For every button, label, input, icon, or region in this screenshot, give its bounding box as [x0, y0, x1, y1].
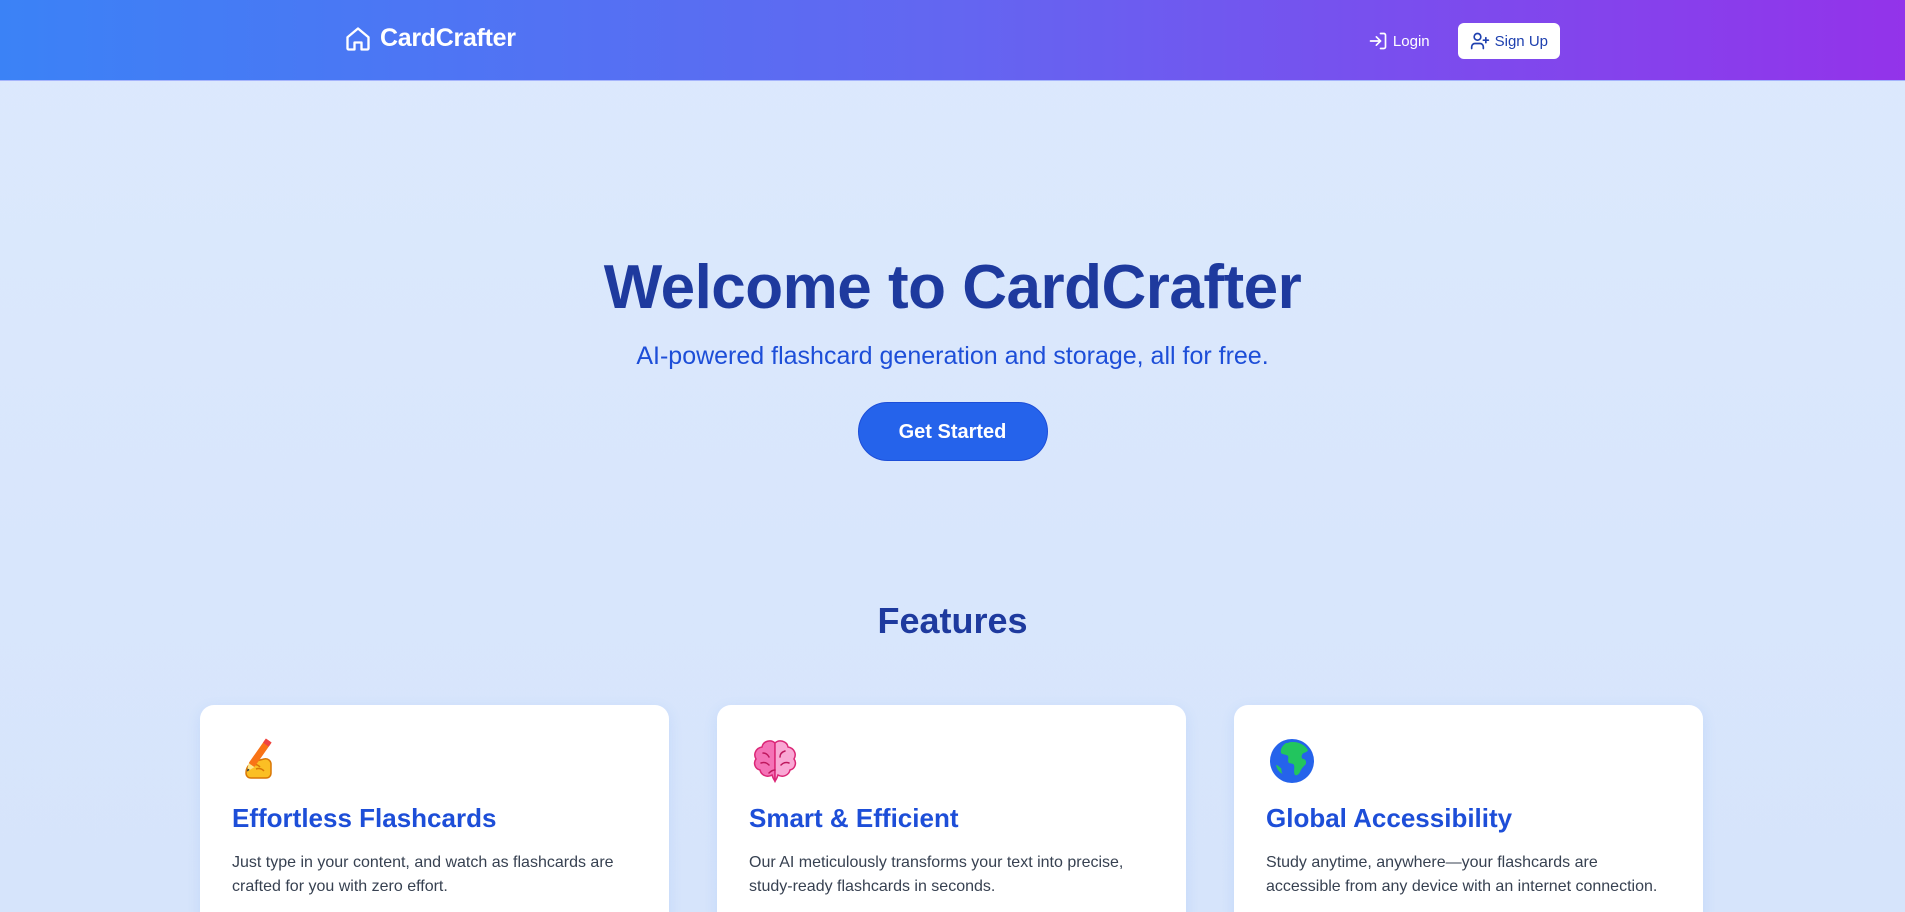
writing-hand-icon — [232, 735, 284, 787]
feature-card-text: Just type in your content, and watch as … — [232, 854, 614, 895]
feature-card-text: Study anytime, anywhere—your flashcards … — [1266, 854, 1658, 895]
user-plus-icon — [1470, 31, 1490, 51]
feature-card-title: Global Accessibility — [1266, 803, 1513, 833]
hero-subtitle: AI-powered flashcard generation and stor… — [636, 342, 1269, 370]
brand-link[interactable]: CardCrafter — [344, 24, 516, 53]
hero-title: Welcome to CardCrafter — [603, 253, 1302, 322]
login-icon — [1368, 31, 1388, 51]
login-label: Login — [1392, 32, 1430, 50]
signup-button[interactable]: Sign Up — [1457, 23, 1560, 59]
features-heading: Features — [877, 600, 1028, 641]
hero-section: Welcome to CardCrafter AI-powered flashc… — [0, 250, 1905, 461]
get-started-button[interactable]: Get Started — [857, 402, 1048, 461]
brand-name: CardCrafter — [380, 24, 516, 52]
nav-actions: Login Sign Up — [1368, 23, 1560, 59]
feature-card-smart: Smart & Efficient Our AI meticulously tr… — [717, 705, 1186, 912]
feature-card-text: Our AI meticulously transforms your text… — [749, 854, 1124, 895]
signup-label: Sign Up — [1494, 32, 1548, 50]
feature-card-effortless: Effortless Flashcards Just type in your … — [200, 705, 669, 912]
feature-card-global: Global Accessibility Study anytime, anyw… — [1234, 705, 1703, 912]
top-navbar: CardCrafter Login Sign Up — [0, 0, 1905, 81]
feature-card-title: Effortless Flashcards — [232, 803, 497, 833]
home-icon — [344, 25, 372, 53]
globe-icon — [1266, 735, 1318, 787]
brain-icon — [749, 735, 801, 787]
login-link[interactable]: Login — [1368, 31, 1430, 51]
feature-card-title: Smart & Efficient — [749, 803, 959, 833]
